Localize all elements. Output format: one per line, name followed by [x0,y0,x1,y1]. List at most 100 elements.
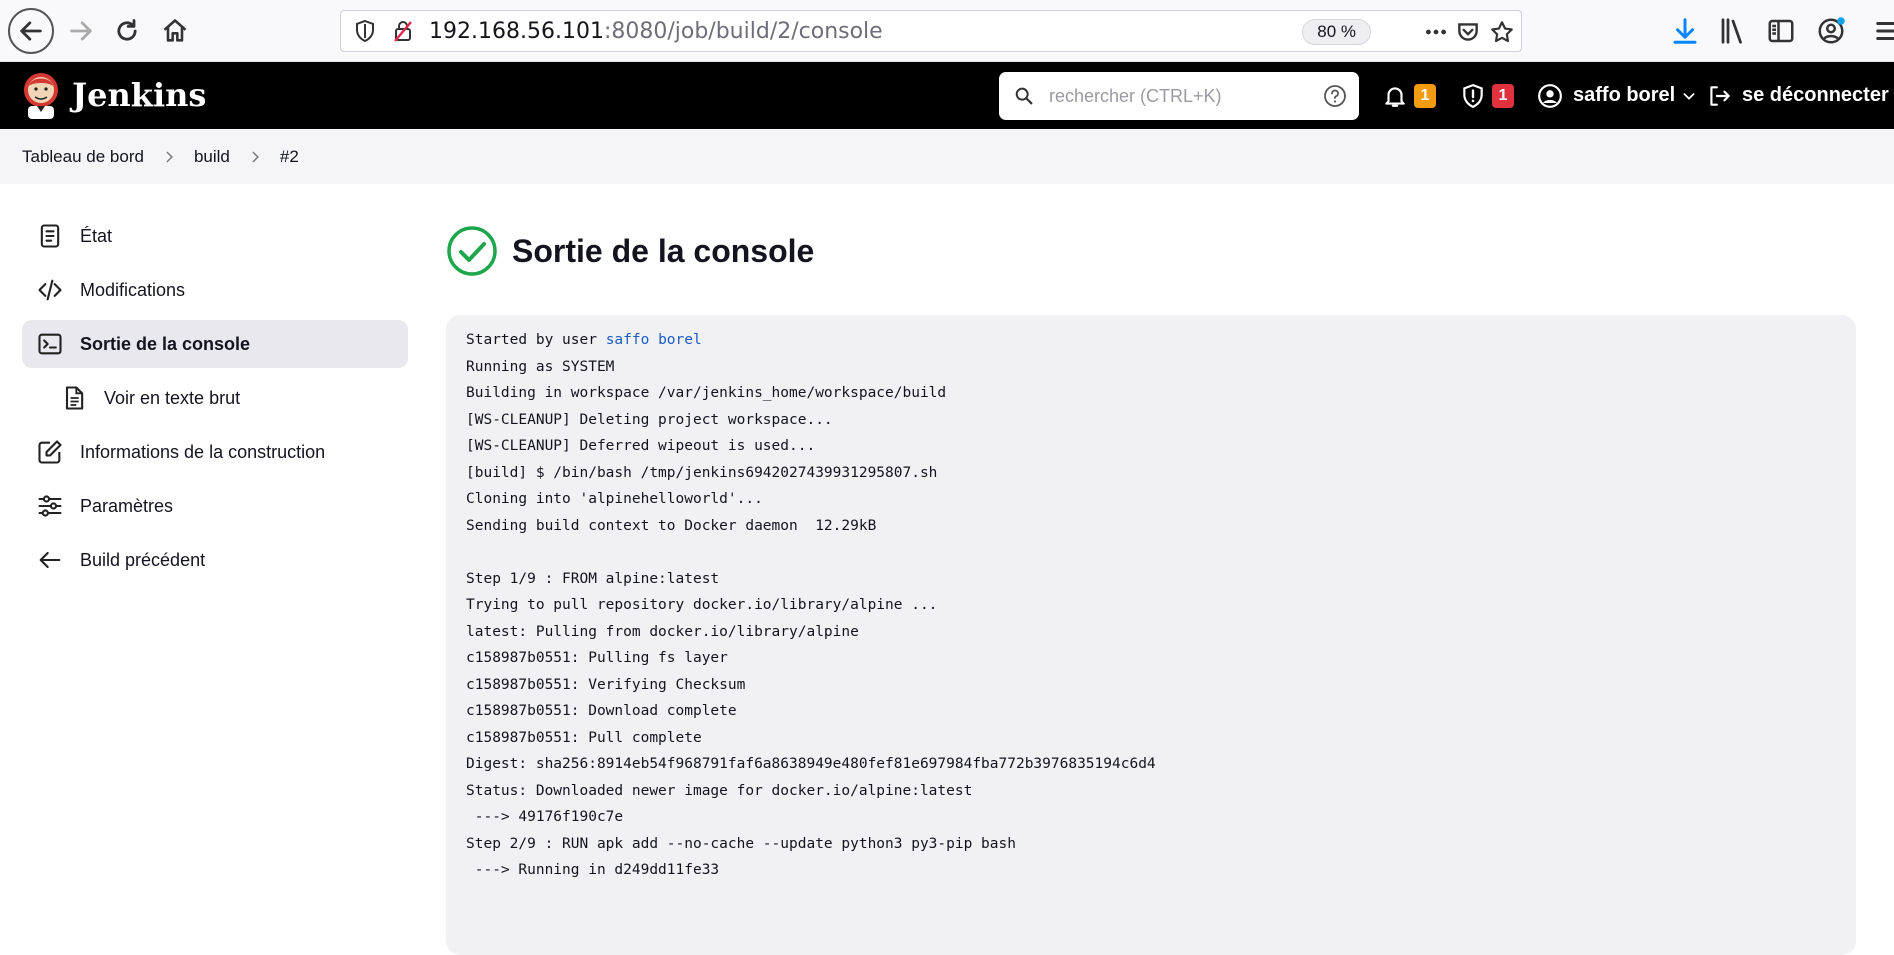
main-content: Sortie de la console Started by user saf… [446,222,1856,955]
library-icon[interactable] [1718,16,1748,46]
sidebar-item-changes[interactable]: Modifications [22,266,408,314]
more-actions-icon[interactable] [1423,19,1449,45]
console-line: Building in workspace /var/jenkins_home/… [466,385,947,401]
sliders-icon [38,495,62,517]
sidebar-item-parameters[interactable]: Paramètres [22,482,408,530]
console-line: ---> 49176f190c7e [466,809,624,825]
sidebar-item-label: Paramètres [80,495,174,516]
breadcrumb-build-number[interactable]: #2 [280,147,299,167]
edit-icon [38,440,62,464]
console-line: Started by user saffo borel [466,327,1836,354]
sidebar-item-label: Modifications [80,279,186,300]
page-title: Sortie de la console [512,232,815,269]
user-name: saffo borel [1573,84,1676,106]
menu-icon[interactable] [1874,16,1894,46]
breadcrumb: Tableau de bord build #2 [0,129,1894,184]
bell-icon [1385,86,1405,107]
console-line: latest: Pulling from docker.io/library/a… [466,623,859,640]
logout-button[interactable]: se déconnecter [1706,62,1889,129]
url-path: :8080/job/build/2/console [603,18,883,44]
browser-toolbar: 192.168.56.101:8080/job/build/2/console … [0,0,1894,62]
console-line: Trying to pull repository docker.io/libr… [466,597,938,613]
console-line: c158987b0551: Pulling fs layer [466,650,728,666]
sidebar-item-status[interactable]: État [22,212,408,260]
document-icon [40,224,60,248]
security-button[interactable]: 1 [1460,62,1514,129]
notifications-badge: 1 [1414,83,1436,108]
security-shield-icon [1463,83,1483,108]
console-line: [WS-CLEANUP] Deferred wipeout is used... [466,438,816,454]
security-badge: 1 [1492,83,1514,108]
success-check-icon [447,226,497,276]
logout-icon [1710,85,1730,106]
chevron-right-icon [166,151,173,162]
bookmark-star-icon[interactable] [1489,19,1515,45]
logout-label: se déconnecter [1742,84,1889,106]
console-line: [WS-CLEANUP] Deleting project workspace.… [466,411,833,428]
console-line: Step 1/9 : FROM alpine:latest [466,570,720,587]
search-icon [1015,87,1033,105]
chevron-down-icon [1683,92,1695,100]
console-line: c158987b0551: Verifying Checksum [466,676,746,693]
breadcrumb-job[interactable]: build [194,147,230,167]
reload-button[interactable] [104,8,150,54]
url-bar[interactable]: 192.168.56.101:8080/job/build/2/console … [340,10,1522,52]
reload-icon [117,19,137,41]
arrow-left-icon [20,21,42,41]
console-line: Cloning into 'alpinehelloworld'... [466,491,763,507]
url-host: 192.168.56.101 [429,18,604,44]
insecure-lock-icon[interactable] [391,19,415,43]
title-row: Sortie de la console [446,222,1856,280]
console-prefix: Started by user [466,332,606,348]
user-icon [1538,83,1562,108]
account-icon[interactable] [1816,16,1846,46]
zoom-level-badge[interactable]: 80 % [1302,19,1371,45]
arrow-left-icon [39,551,61,569]
console-line: Step 2/9 : RUN apk add --no-cache --upda… [466,835,1016,852]
console-line: Digest: sha256:8914eb54f968791faf6a86389… [466,756,1156,772]
console-lines: Running as SYSTEM Building in workspace /… [466,354,1836,884]
code-icon [38,279,62,301]
jenkins-header: Jenkins 1 1 saffo borel se déconnecter [0,62,1894,129]
console-user-link[interactable]: saffo borel [606,332,702,348]
console-line: [build] $ /bin/bash /tmp/jenkins69420274… [466,464,938,481]
home-button[interactable] [152,8,198,54]
sidebar-item-previous-build[interactable]: Build précédent [22,536,408,584]
console-line: c158987b0551: Download complete [466,703,737,719]
sidebar-item-build-info[interactable]: Informations de la construction [22,428,408,476]
sidebar-item-label: État [80,225,113,246]
help-icon[interactable] [1323,84,1347,108]
download-icon[interactable] [1670,16,1700,46]
sidebar-item-label: Build précédent [80,549,206,570]
console-line: ---> Running in d249dd11fe33 [466,862,720,878]
search-input[interactable] [1049,85,1319,107]
sidebar-item-label: Sortie de la console [80,333,251,354]
search-box[interactable] [999,72,1359,120]
app-title[interactable]: Jenkins [72,76,206,114]
forward-button[interactable] [58,8,104,54]
back-button[interactable] [8,8,54,54]
sidebar-item-label: Voir en texte brut [104,387,241,408]
tracking-shield-icon[interactable] [353,19,377,43]
console-line: c158987b0551: Pull complete [466,729,702,746]
sidebar-toggle-icon[interactable] [1766,16,1796,46]
text-file-icon [65,386,84,410]
arrow-right-icon [70,21,92,41]
url-text[interactable]: 192.168.56.101:8080/job/build/2/console [429,19,883,44]
console-line: Sending build context to Docker daemon 1… [466,517,877,534]
console-output: Started by user saffo borel Running as SY… [446,315,1856,955]
sidebar-item-label: Informations de la construction [80,441,326,462]
pocket-icon[interactable] [1455,19,1481,45]
chevron-right-icon [252,151,259,162]
terminal-icon [38,333,62,355]
notifications-button[interactable]: 1 [1382,62,1436,129]
sidebar-item-console-output[interactable]: Sortie de la console [22,320,408,368]
home-icon [163,19,187,42]
jenkins-logo-icon[interactable] [20,70,62,120]
breadcrumb-dashboard[interactable]: Tableau de bord [22,147,144,167]
sidebar: État Modifications Sortie de la console … [22,212,408,590]
sidebar-item-plain-text[interactable]: Voir en texte brut [22,374,408,422]
user-menu[interactable]: saffo borel [1537,62,1697,129]
console-line: Status: Downloaded newer image for docke… [466,782,973,799]
